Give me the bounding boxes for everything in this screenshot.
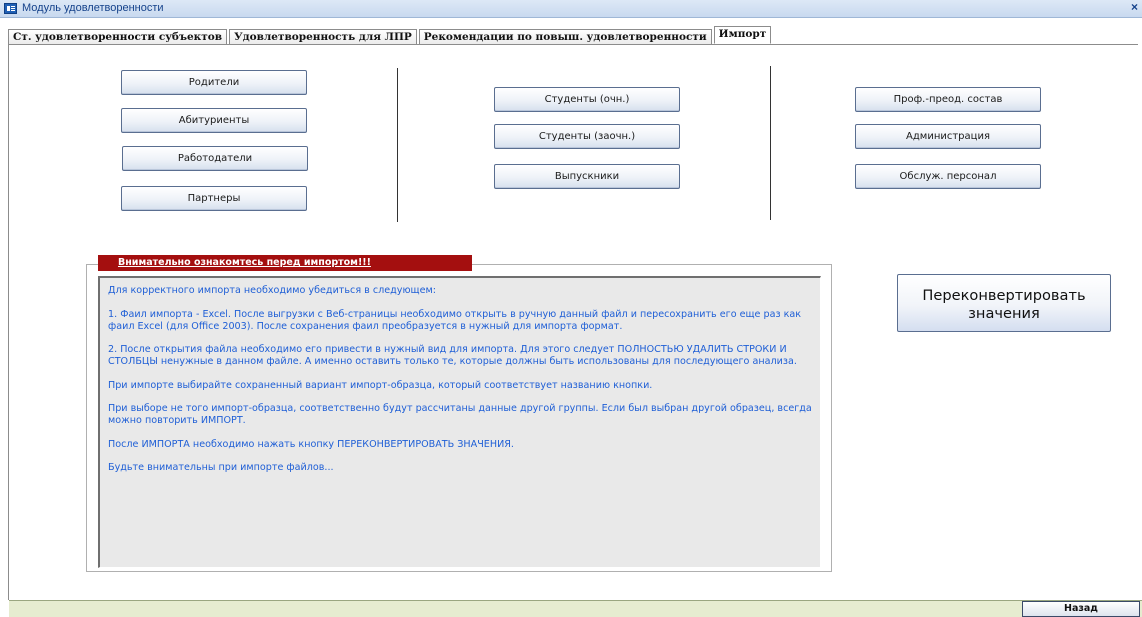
title-bar: Модуль удовлетворенности × [0, 0, 1142, 18]
back-button[interactable]: Назад [1022, 601, 1140, 617]
notice-paragraph: После ИМПОРТА необходимо нажать кнопку П… [108, 438, 514, 450]
column-separator [770, 66, 771, 220]
import-applicants-button[interactable]: Абитуриенты [121, 108, 307, 133]
tab-strip: Ст. удовлетворенности субъектов Удовлетв… [8, 26, 773, 45]
notice-paragraph: При выборе не того импорт-образца, соотв… [108, 403, 812, 426]
import-parents-button[interactable]: Родители [121, 70, 307, 95]
notice-heading: Внимательно ознакомтесь перед импортом!!… [98, 255, 472, 271]
import-faculty-button[interactable]: Проф.-преод. состав [855, 87, 1041, 112]
form-icon [4, 3, 17, 14]
import-service-staff-button[interactable]: Обслуж. персонал [855, 164, 1041, 189]
tab-recommendations[interactable]: Рекомендации по повыш. удовлетворенности [418, 29, 712, 45]
notice-paragraph: При импорте выбирайте сохраненный вариан… [108, 379, 653, 391]
import-graduates-button[interactable]: Выпускники [494, 164, 680, 189]
import-partners-button[interactable]: Партнеры [121, 186, 307, 211]
notice-paragraph: 1. Фаил импорта - Excel. После выгрузки … [108, 308, 802, 332]
window-title: Модуль удовлетворенности [22, 2, 164, 14]
import-students-parttime-button[interactable]: Студенты (заочн.) [494, 124, 680, 149]
status-bar [9, 600, 1142, 617]
tab-subject-satisfaction[interactable]: Ст. удовлетворенности субъектов [8, 29, 228, 45]
reconvert-values-button[interactable]: Переконвертировать значения [897, 274, 1111, 332]
close-icon[interactable]: × [1131, 0, 1138, 14]
reconvert-label-line2: значения [968, 305, 1040, 322]
notice-paragraph: 2. После открытия файла необходимо его п… [108, 344, 797, 367]
import-students-fulltime-button[interactable]: Студенты (очн.) [494, 87, 680, 112]
import-employers-button[interactable]: Работодатели [122, 146, 308, 171]
column-separator [397, 68, 398, 222]
notice-paragraph: Будьте внимательны при импорте файлов... [108, 462, 334, 473]
form-border [8, 45, 9, 600]
notice-paragraph: Для корректного импорта необходимо убеди… [108, 285, 436, 296]
tab-import[interactable]: Импорт [713, 26, 772, 44]
import-administration-button[interactable]: Администрация [855, 124, 1041, 149]
tab-satisfaction-lpr[interactable]: Удовлетворенность для ЛПР [229, 29, 417, 45]
tab-divider [8, 44, 1138, 45]
notice-textbox[interactable]: Для корректного импорта необходимо убеди… [98, 276, 821, 568]
reconvert-label-line1: Переконвертировать [922, 287, 1086, 304]
